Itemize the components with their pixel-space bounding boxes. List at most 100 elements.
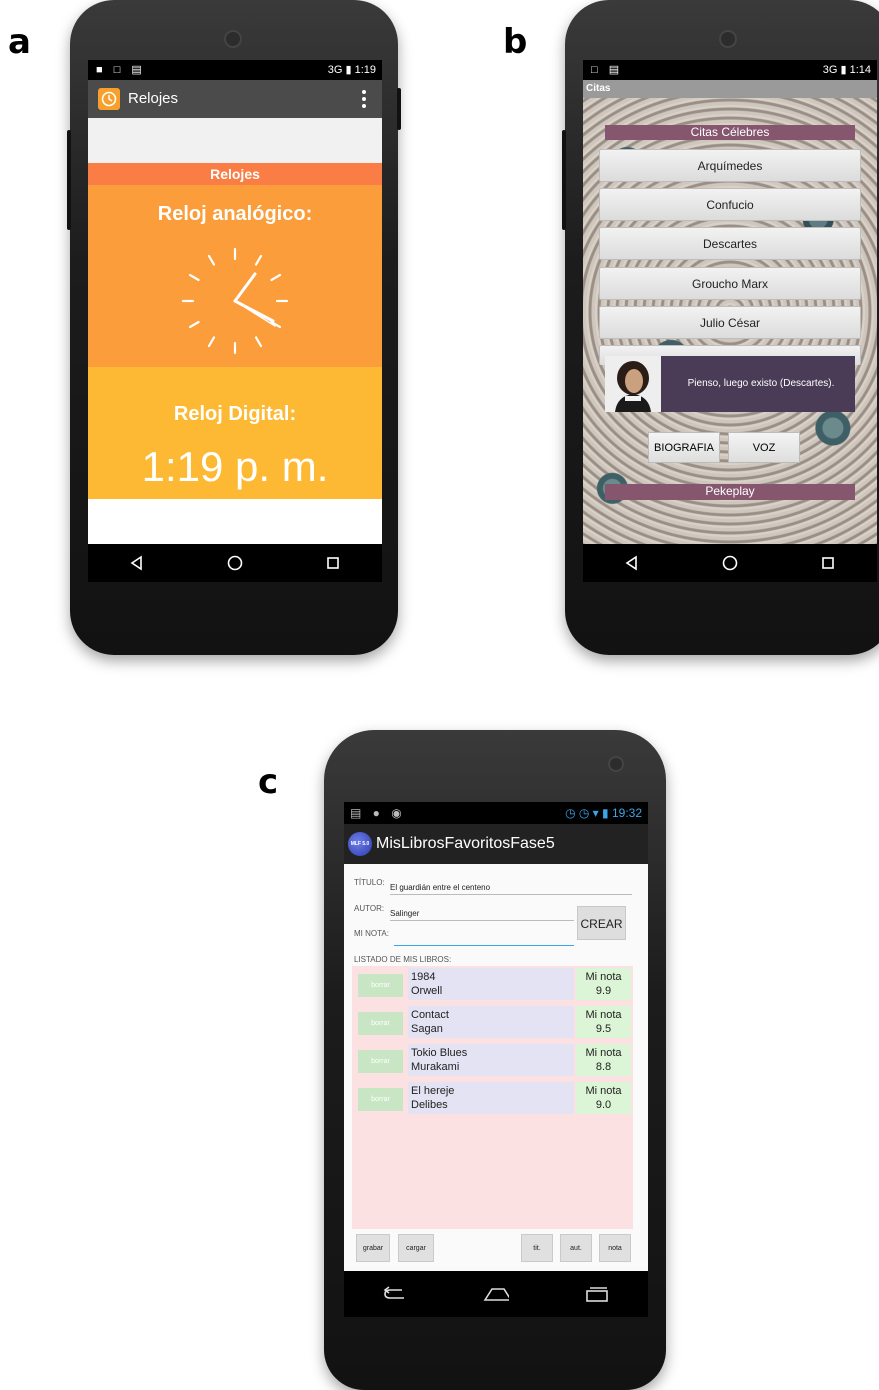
- book-info[interactable]: Contact Sagan: [408, 1006, 574, 1038]
- recents-icon[interactable]: [584, 1281, 610, 1307]
- biografia-button[interactable]: BIOGRAFIA: [648, 432, 720, 463]
- phone-a: ■ □ ▤ 3G ▮ 1:19 Relojes Relojes Reloj an…: [67, 0, 401, 655]
- book-nota: Mi nota 9.9: [576, 968, 631, 1000]
- voz-button[interactable]: VOZ: [728, 432, 800, 463]
- notification-icons: □ ▤: [591, 64, 624, 76]
- author-button-groucho-marx[interactable]: Groucho Marx: [599, 267, 861, 300]
- digital-time: 1:19 p. m.: [141, 443, 329, 490]
- author-button-julio-cesar[interactable]: Julio César: [599, 306, 861, 339]
- clock-hands: [233, 272, 276, 327]
- overflow-menu-icon[interactable]: [362, 90, 368, 111]
- delete-button[interactable]: borrar: [358, 1088, 403, 1111]
- panel-label-a: a: [8, 22, 31, 62]
- nota-caption: Mi nota: [585, 1047, 622, 1059]
- footer-label: Pekeplay: [605, 484, 855, 500]
- grabar-button[interactable]: grabar: [356, 1234, 390, 1262]
- notification-icons: ■ □ ▤: [96, 64, 146, 76]
- phone-b: □ ▤ 3G ▮ 1:14 Citas Citas Célebres Arquí…: [562, 0, 879, 655]
- app-title: MisLibrosFavoritosFase5: [376, 835, 555, 852]
- nota-label: MI NOTA:: [354, 929, 389, 938]
- action-bar: Relojes: [88, 80, 382, 118]
- list-item: borrar 1984 Orwell Mi nota 9.9: [352, 968, 633, 1002]
- titulo-input[interactable]: El guardián entre el centeno: [390, 882, 632, 895]
- book-nota: Mi nota 9.0: [576, 1082, 631, 1114]
- status-bar: ▤ ● ◉ ◷ ◷ ▾ ▮ 19:32: [344, 802, 648, 824]
- phone-b-screen: □ ▤ 3G ▮ 1:14 Citas Citas Célebres Arquí…: [583, 60, 877, 582]
- status-time: 19:32: [611, 806, 642, 820]
- book-info[interactable]: Tokio Blues Murakami: [408, 1044, 574, 1076]
- author-button-arquimedes[interactable]: Arquímedes: [599, 149, 861, 182]
- back-icon[interactable]: [619, 550, 645, 576]
- action-bar: MLF 5.0 MisLibrosFavoritosFase5: [344, 824, 648, 864]
- app-title: Citas: [583, 80, 877, 98]
- list-label: LISTADO DE MIS LIBROS:: [354, 955, 452, 964]
- delete-button[interactable]: borrar: [358, 1012, 403, 1035]
- nota-value: 9.5: [595, 1023, 612, 1035]
- app-title: Relojes: [128, 90, 179, 107]
- network-indicator: 3G: [822, 64, 838, 76]
- recents-icon[interactable]: [320, 550, 346, 576]
- book-title: 1984: [411, 971, 436, 983]
- nota-value: 8.8: [595, 1061, 612, 1073]
- delete-button[interactable]: borrar: [358, 974, 403, 997]
- nota-input[interactable]: [394, 933, 574, 946]
- author-button-confucio[interactable]: Confucio: [599, 188, 861, 221]
- analog-title: Reloj analógico:: [157, 203, 313, 225]
- status-bar: ■ □ ▤ 3G ▮ 1:19: [88, 60, 382, 80]
- book-author: Delibes: [411, 1099, 448, 1111]
- volume-button[interactable]: [562, 130, 566, 230]
- app-logo[interactable]: MLF 5.0: [348, 832, 372, 856]
- status-bar: □ ▤ 3G ▮ 1:14: [583, 60, 877, 80]
- book-author: Sagan: [411, 1023, 443, 1035]
- nav-bar: [583, 544, 877, 582]
- sort-author-button[interactable]: aut.: [560, 1234, 592, 1262]
- book-info[interactable]: 1984 Orwell: [408, 968, 574, 1000]
- camera-icon: [608, 756, 624, 772]
- delete-button[interactable]: borrar: [358, 1050, 403, 1073]
- analog-clock-section: Reloj analógico:: [88, 185, 382, 367]
- author-button-descartes[interactable]: Descartes: [599, 227, 861, 260]
- quote-text: Pienso, luego existo (Descartes).: [687, 378, 835, 389]
- sort-nota-button[interactable]: nota: [599, 1234, 631, 1262]
- back-icon[interactable]: [382, 1281, 408, 1307]
- quote-panel: Pienso, luego existo (Descartes).: [605, 356, 855, 412]
- book-author: Murakami: [411, 1061, 460, 1073]
- book-nota: Mi nota 9.5: [576, 1006, 631, 1038]
- clock-icon[interactable]: [98, 88, 120, 110]
- status-time: 1:19: [354, 64, 376, 76]
- camera-icon: [224, 30, 242, 48]
- autor-input[interactable]: Salinger: [390, 908, 574, 921]
- back-icon[interactable]: [124, 550, 150, 576]
- book-info[interactable]: El hereje Delibes: [408, 1082, 574, 1114]
- phone-a-screen: ■ □ ▤ 3G ▮ 1:19 Relojes Relojes Reloj an…: [88, 60, 382, 582]
- nota-caption: Mi nota: [585, 1085, 622, 1097]
- panel-label-b: b: [503, 22, 528, 62]
- recents-icon[interactable]: [815, 550, 841, 576]
- home-icon[interactable]: [717, 550, 743, 576]
- nota-value: 9.0: [595, 1099, 612, 1111]
- spacer: [88, 118, 382, 163]
- autor-label: AUTOR:: [354, 904, 385, 913]
- camera-icon: [719, 30, 737, 48]
- network-indicator: 3G: [327, 64, 343, 76]
- home-icon[interactable]: [483, 1281, 509, 1307]
- nota-caption: Mi nota: [585, 1009, 622, 1021]
- volume-button[interactable]: [67, 130, 71, 230]
- cargar-button[interactable]: cargar: [398, 1234, 434, 1262]
- status-right: ◷ ◷ ▾ ▮ 19:32: [565, 806, 642, 820]
- book-title: El hereje: [411, 1085, 455, 1097]
- crear-button[interactable]: CREAR: [577, 906, 626, 940]
- home-icon[interactable]: [222, 550, 248, 576]
- digital-title: Reloj Digital:: [173, 403, 297, 425]
- nav-bar: [344, 1271, 648, 1317]
- sort-title-button[interactable]: tit.: [521, 1234, 553, 1262]
- books-list: borrar 1984 Orwell Mi nota 9.9 borrar Cont…: [352, 966, 633, 1229]
- nota-value: 9.9: [595, 985, 612, 997]
- book-title: Contact: [411, 1009, 449, 1021]
- book-title: Tokio Blues: [411, 1047, 468, 1059]
- phone-c-screen: ▤ ● ◉ ◷ ◷ ▾ ▮ 19:32 MLF 5.0 MisLibrosFav…: [344, 802, 648, 1317]
- book-author: Orwell: [411, 985, 443, 997]
- phone-c: ▤ ● ◉ ◷ ◷ ▾ ▮ 19:32 MLF 5.0 MisLibrosFav…: [324, 730, 666, 1390]
- digital-clock-section: Reloj Digital: 1:19 p. m.: [88, 367, 382, 499]
- power-button[interactable]: [397, 88, 401, 130]
